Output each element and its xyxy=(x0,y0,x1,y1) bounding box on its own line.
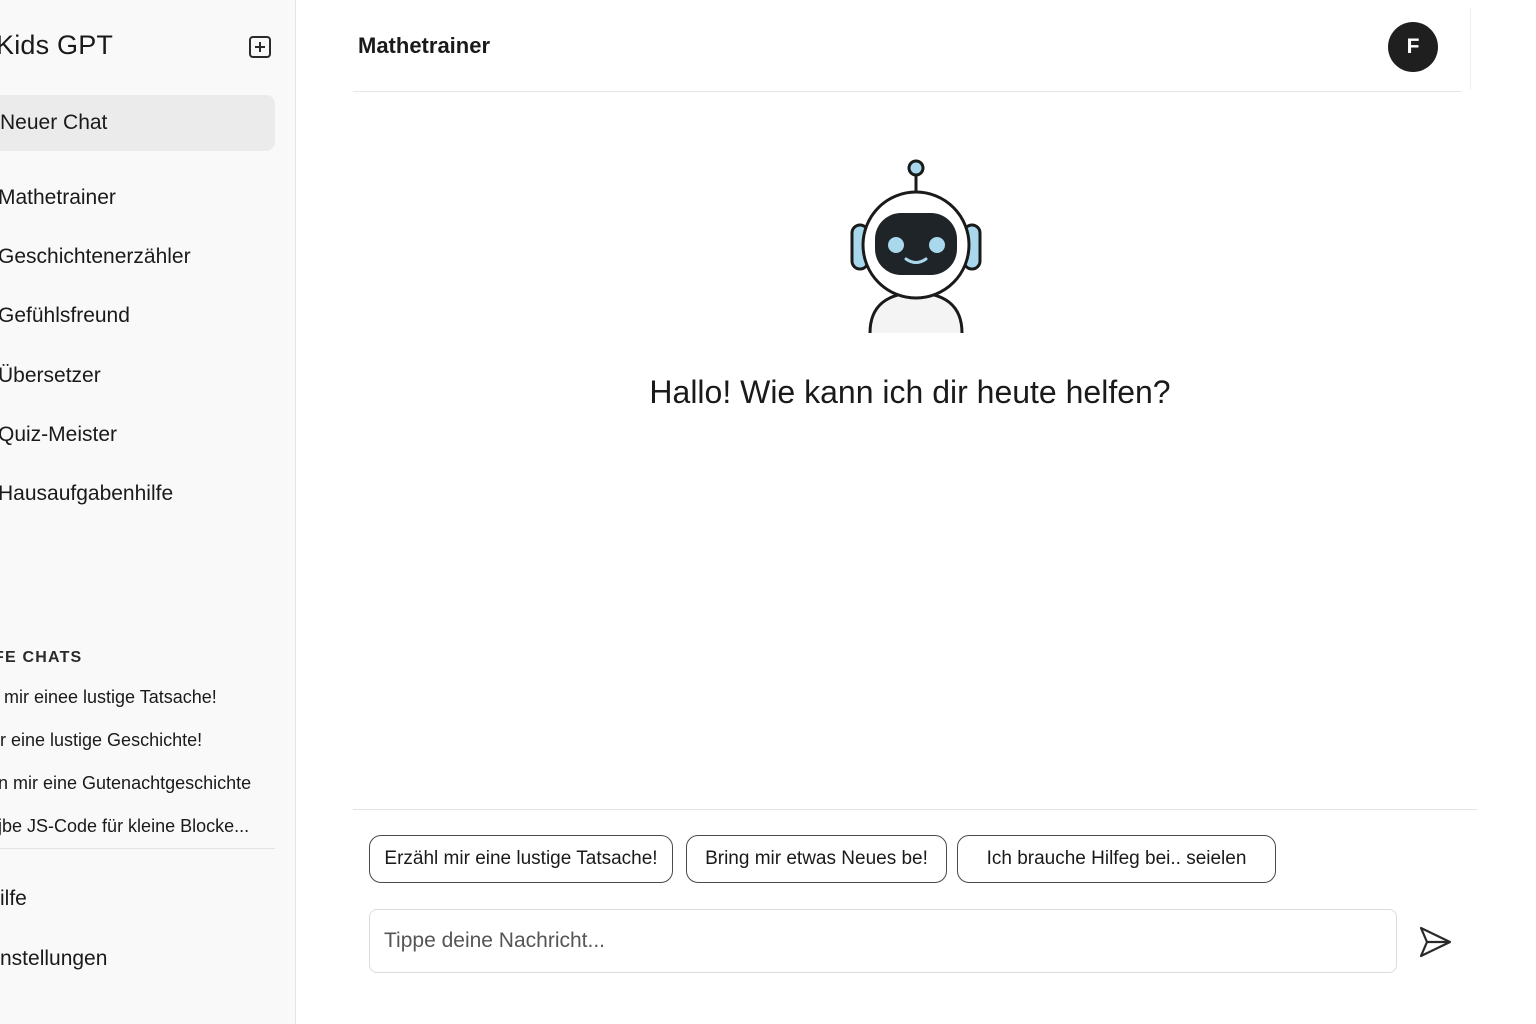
message-input[interactable] xyxy=(369,909,1397,973)
header-divider xyxy=(353,91,1461,92)
suggestion-chip-label: Bring mir etwas Neues be! xyxy=(705,848,928,869)
suggestion-chip-label: Erzähl mir eine lustige Tatsache! xyxy=(384,848,658,869)
sidebar: Kids GPT Neuer Chat Mathetrainer Geschic… xyxy=(0,0,296,1024)
page-title: Mathetrainer xyxy=(358,33,491,58)
suggestion-chip-fun-fact[interactable]: Erzähl mir eine lustige Tatsache! xyxy=(369,835,673,883)
avatar-initial: F xyxy=(1406,35,1420,58)
recent-chat-item[interactable]: n mir eine Gutenachtgeschichte xyxy=(0,771,251,795)
sidebar-item-einstellungen[interactable]: nstellungen xyxy=(0,947,107,971)
sidebar-item-mathetrainer[interactable]: Mathetrainer xyxy=(0,183,116,213)
suggestion-chip-learn-new[interactable]: Bring mir etwas Neues be! xyxy=(686,835,947,883)
recent-chat-item[interactable]: mir einee lustige Tatsache! xyxy=(4,685,217,709)
recent-chat-item[interactable]: r eine lustige Geschichte! xyxy=(0,728,202,752)
send-icon[interactable] xyxy=(1416,923,1454,961)
sidebar-item-uebersetzer[interactable]: Übersetzer xyxy=(0,361,101,391)
app-title: Kids GPT xyxy=(0,30,114,60)
suggestion-chip-help[interactable]: Ich brauche Hilfeg bei.. seielen xyxy=(957,835,1276,883)
sidebar-item-gefuehlsfreund[interactable]: Gefühlsfreund xyxy=(0,301,130,331)
sidebar-item-quiz-meister[interactable]: Quiz-Meister xyxy=(0,420,117,450)
new-chat-button[interactable]: Neuer Chat xyxy=(0,95,275,151)
header-edge xyxy=(1470,8,1471,90)
suggestion-chip-label: Ich brauche Hilfeg bei.. seielen xyxy=(986,848,1247,869)
recent-chats-heading: FE CHATS xyxy=(0,649,83,666)
avatar[interactable]: F xyxy=(1388,22,1438,72)
plus-square-icon[interactable] xyxy=(248,35,272,59)
greeting-text: Hallo! Wie kann ich dir heute helfen? xyxy=(649,374,1171,410)
sidebar-item-geschichtenerzaehler[interactable]: Geschichtenerzähler xyxy=(0,242,191,272)
composer-divider xyxy=(353,809,1477,810)
sidebar-divider xyxy=(0,848,275,849)
recent-chat-item[interactable]: jbe JS-Code für kleine Blocke... xyxy=(0,814,249,838)
sidebar-item-hilfe[interactable]: ilfe xyxy=(0,887,27,911)
sidebar-item-hausaufgabenhilfe[interactable]: Hausaufgabenhilfe xyxy=(0,479,173,509)
robot-icon xyxy=(850,159,982,334)
new-chat-label: Neuer Chat xyxy=(0,111,108,134)
